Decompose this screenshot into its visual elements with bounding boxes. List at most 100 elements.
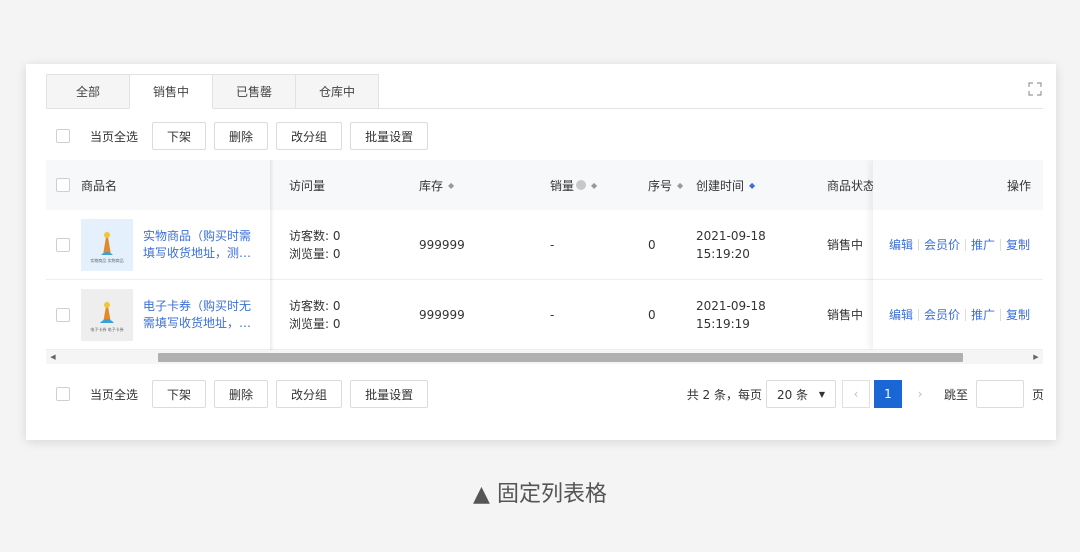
sort-icon: ◆	[448, 180, 455, 190]
created-date: 2021-09-18	[696, 298, 766, 313]
select-all-checkbox[interactable]	[56, 129, 70, 143]
edit-link[interactable]: 编辑	[889, 236, 913, 253]
pagination: 共 2 条，每页 20 条 ▼ ‹ 1 › 跳至 页	[687, 380, 1044, 408]
divider	[918, 238, 920, 251]
fullscreen-icon[interactable]	[1028, 82, 1042, 96]
ops-row: 编辑 会员价 推广 复制	[873, 280, 1043, 350]
visits-cell: 访客数: 0 浏览量: 0	[289, 210, 341, 279]
select-all-label: 当页全选	[90, 387, 139, 402]
product-cell: 电子卡券 电子卡券 电子卡券（购买时无需填写收货地址，…	[46, 280, 259, 349]
promote-link[interactable]: 推广	[971, 306, 995, 323]
tab-sold-out[interactable]: 已售罄	[212, 74, 296, 109]
member-price-link[interactable]: 会员价	[924, 306, 960, 323]
copy-link[interactable]: 复制	[1006, 236, 1030, 253]
product-image-icon: 电子卡券 电子卡券	[90, 300, 124, 332]
change-group-button[interactable]: 改分组	[276, 380, 343, 408]
svg-text:实物商品 实物商品: 实物商品 实物商品	[90, 257, 123, 263]
delist-button[interactable]: 下架	[152, 380, 207, 408]
figure-caption: ▲ 固定列表格	[473, 482, 607, 507]
chevron-left-icon: ‹	[853, 387, 859, 401]
promote-link[interactable]: 推广	[971, 236, 995, 253]
delist-button[interactable]: 下架	[152, 122, 207, 150]
scroll-left-icon[interactable]: ◀	[48, 350, 58, 364]
divider	[918, 308, 920, 321]
delete-button[interactable]: 删除	[214, 122, 269, 150]
select-all-checkbox[interactable]	[56, 387, 70, 401]
total-count: 共 2 条，每页	[686, 387, 762, 402]
tab-bar: 全部 销售中 已售罄 仓库中	[46, 74, 379, 109]
status-value: 销售中	[827, 308, 864, 322]
top-toolbar: 当页全选 下架 删除 改分组 批量设置	[56, 122, 436, 150]
product-table-card: 全部 销售中 已售罄 仓库中 当页全选 下架 删除 改分组 批量设置 商品名 访…	[26, 64, 1056, 440]
seq-value: 0	[648, 307, 656, 322]
tab-in-warehouse[interactable]: 仓库中	[295, 74, 379, 109]
sales-value: -	[550, 307, 555, 322]
created-date: 2021-09-18	[696, 228, 766, 243]
next-page-button[interactable]: ›	[905, 380, 934, 408]
ops-row: 编辑 会员价 推广 复制	[873, 210, 1043, 280]
page-size-select[interactable]: 20 条 ▼	[765, 380, 836, 408]
bottom-toolbar: 当页全选 下架 删除 改分组 批量设置	[56, 380, 436, 408]
sales-value: -	[550, 237, 555, 252]
copy-link[interactable]: 复制	[1006, 306, 1030, 323]
divider	[1000, 238, 1002, 251]
view-count: 浏览量: 0	[289, 246, 341, 261]
created-cell: 2021-09-18 15:19:20	[696, 210, 766, 279]
member-price-link[interactable]: 会员价	[924, 236, 960, 253]
chevron-right-icon: ›	[917, 387, 923, 401]
fixed-ops-column: 操作 编辑 会员价 推广 复制 编辑 会员价 推广 复制	[873, 160, 1043, 350]
product-name-link[interactable]: 实物商品（购买时需填写收货地址，测…	[143, 228, 259, 262]
header-sales[interactable]: 销量 ◆	[550, 160, 597, 210]
info-icon	[576, 180, 587, 190]
header-created[interactable]: 创建时间 ◆	[696, 160, 755, 210]
created-time: 15:19:19	[696, 316, 750, 331]
seq-value: 0	[648, 237, 656, 252]
view-count: 浏览量: 0	[289, 316, 341, 331]
visitor-count: 访客数: 0	[289, 228, 341, 243]
tab-on-sale[interactable]: 销售中	[129, 74, 213, 109]
product-name-link[interactable]: 电子卡券（购买时无需填写收货地址，…	[143, 298, 259, 332]
header-seq[interactable]: 序号 ◆	[648, 160, 683, 210]
delete-button[interactable]: 删除	[214, 380, 269, 408]
jump-label: 跳至	[943, 387, 968, 402]
header-visits: 访问量	[289, 178, 326, 193]
product-thumbnail[interactable]: 电子卡券 电子卡券	[81, 288, 133, 341]
product-table: 商品名 访问量 库存 ◆ 销量 ◆ 序号 ◆ 创建时间 ◆ 商品状态 实物商品 …	[46, 160, 1043, 350]
divider	[965, 238, 967, 251]
stock-value: 999999	[419, 237, 465, 252]
created-cell: 2021-09-18 15:19:19	[696, 280, 766, 349]
tab-all[interactable]: 全部	[46, 74, 130, 109]
stock-value: 999999	[419, 307, 465, 322]
scroll-right-icon[interactable]: ▶	[1031, 350, 1041, 364]
jump-page-input[interactable]	[975, 380, 1024, 408]
product-thumbnail[interactable]: 实物商品 实物商品	[81, 218, 133, 271]
visits-cell: 访客数: 0 浏览量: 0	[289, 280, 341, 349]
fixed-column-shadow	[270, 160, 274, 350]
divider	[965, 308, 967, 321]
scrollbar-thumb[interactable]	[158, 353, 963, 362]
select-all-label: 当页全选	[90, 129, 139, 144]
horizontal-scrollbar[interactable]: ◀ ▶	[46, 350, 1043, 364]
header-status: 商品状态	[827, 178, 876, 193]
visitor-count: 访客数: 0	[289, 298, 341, 313]
product-cell: 实物商品 实物商品 实物商品（购买时需填写收货地址，测…	[46, 210, 259, 279]
sort-icon: ◆	[677, 180, 684, 190]
page-button-current[interactable]: 1	[873, 380, 902, 408]
header-stock[interactable]: 库存 ◆	[419, 160, 454, 210]
prev-page-button[interactable]: ‹	[841, 380, 870, 408]
status-value: 销售中	[827, 238, 864, 252]
batch-settings-button[interactable]: 批量设置	[350, 380, 429, 408]
header-checkbox[interactable]	[56, 178, 70, 192]
sort-active-icon: ◆	[749, 180, 756, 190]
batch-settings-button[interactable]: 批量设置	[350, 122, 429, 150]
created-time: 15:19:20	[696, 246, 750, 261]
edit-link[interactable]: 编辑	[889, 306, 913, 323]
page-unit-label: 页	[1031, 387, 1044, 402]
header-ops: 操作	[1006, 178, 1031, 193]
sort-icon: ◆	[591, 180, 598, 190]
svg-text:电子卡券 电子卡券: 电子卡券 电子卡券	[90, 326, 123, 332]
product-image-icon: 实物商品 实物商品	[90, 230, 124, 263]
divider	[1000, 308, 1002, 321]
caret-down-icon: ▼	[818, 389, 825, 399]
change-group-button[interactable]: 改分组	[276, 122, 343, 150]
